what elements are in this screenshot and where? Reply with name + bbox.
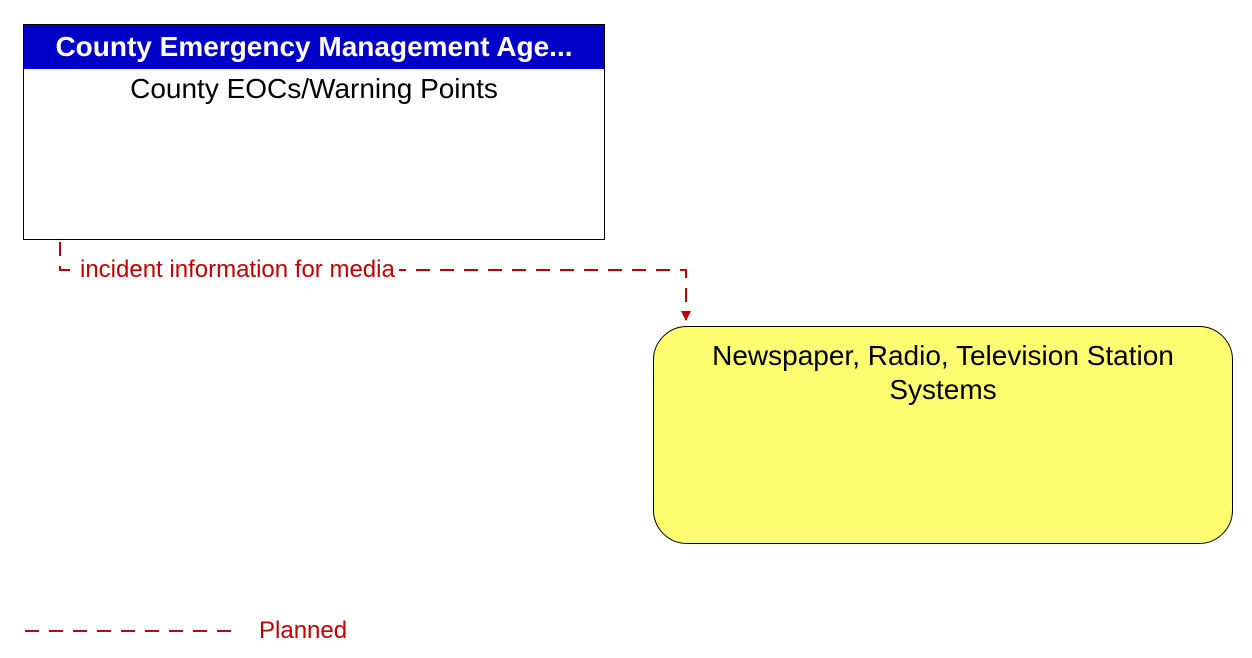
flow-label: incident information for media bbox=[76, 256, 399, 284]
source-node[interactable]: County Emergency Management Age... Count… bbox=[23, 24, 605, 240]
target-node-title: Newspaper, Radio, Television Station Sys… bbox=[712, 340, 1174, 405]
source-node-title: County EOCs/Warning Points bbox=[24, 69, 604, 105]
legend-planned-label: Planned bbox=[259, 617, 347, 645]
source-node-header: County Emergency Management Age... bbox=[24, 25, 604, 69]
target-node[interactable]: Newspaper, Radio, Television Station Sys… bbox=[653, 326, 1233, 544]
